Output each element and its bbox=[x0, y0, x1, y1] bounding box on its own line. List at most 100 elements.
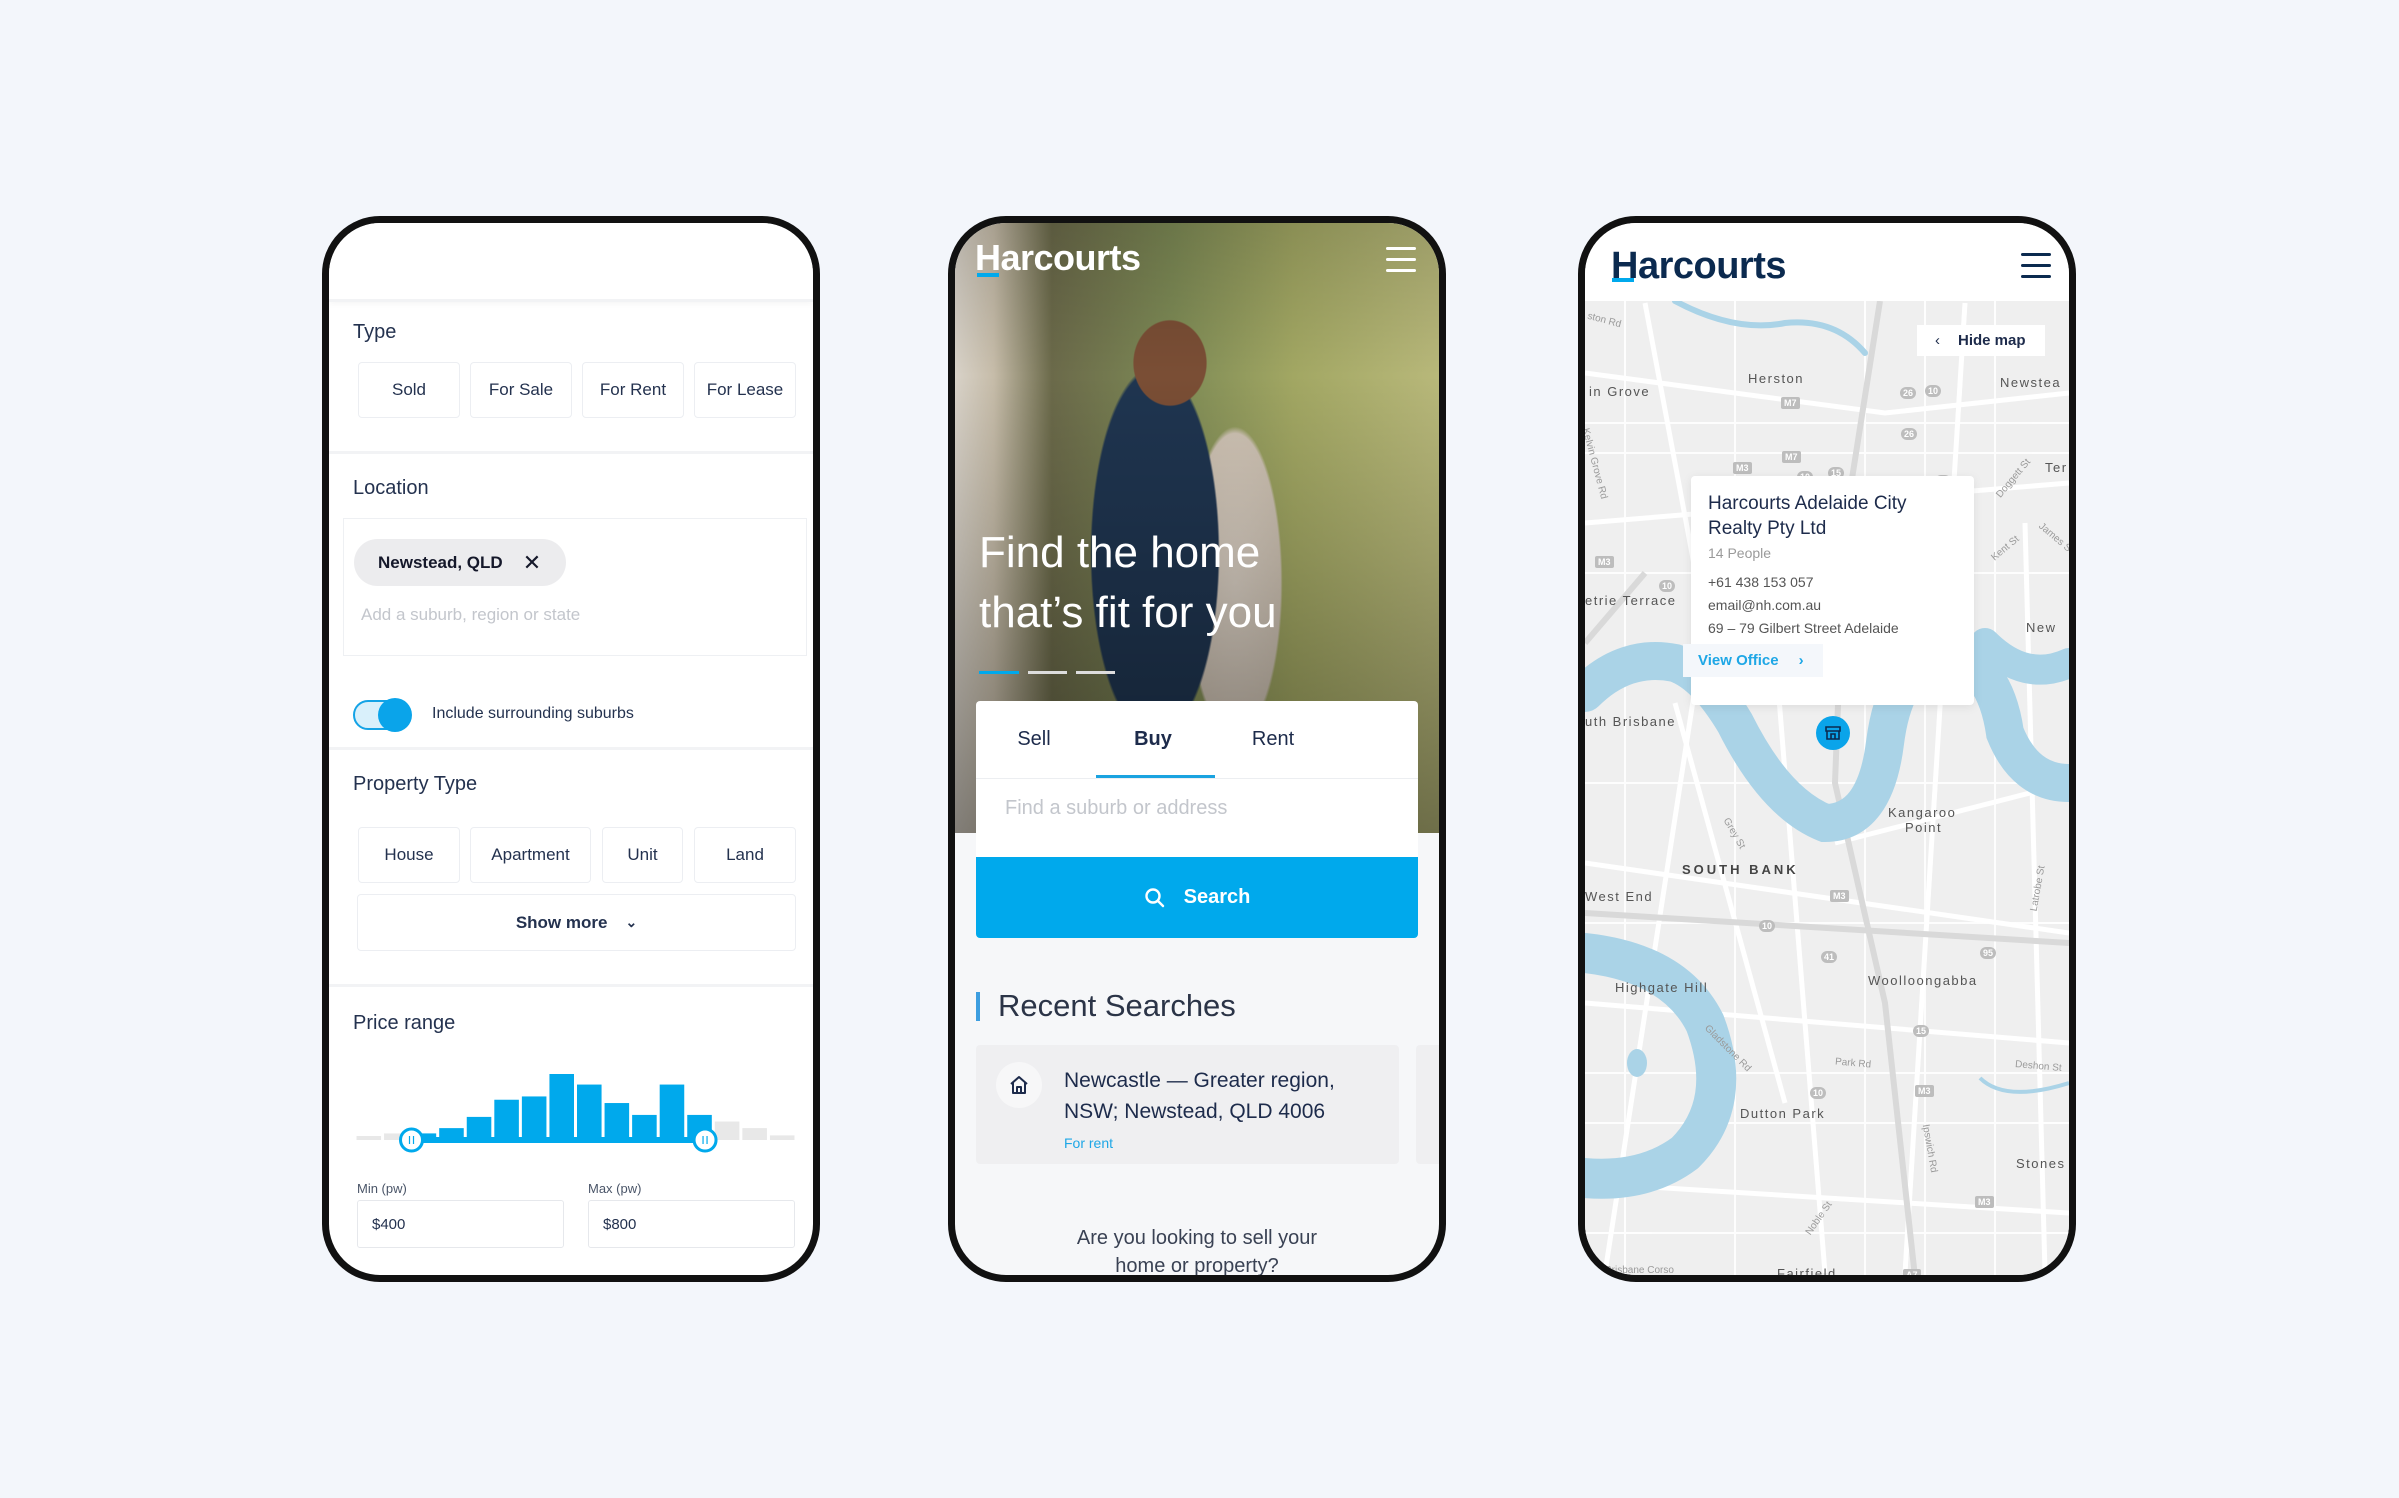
map-label-stones-corner: Stones bbox=[2016, 1156, 2066, 1171]
hide-map-button[interactable]: ‹ Hide map bbox=[1917, 325, 2045, 356]
property-unit-button[interactable]: Unit bbox=[602, 827, 683, 883]
type-for-lease-button[interactable]: For Lease bbox=[694, 362, 796, 418]
road-shield: 10 bbox=[1925, 385, 1942, 397]
divider bbox=[329, 747, 813, 750]
tab-sell[interactable]: Sell bbox=[974, 701, 1094, 777]
office-name: Harcourts Adelaide City Realty Pty Ltd bbox=[1708, 491, 1907, 541]
show-more-label: Show more bbox=[515, 912, 608, 932]
type-for-rent-button[interactable]: For Rent bbox=[582, 362, 684, 418]
property-type-label: Property Type bbox=[353, 773, 478, 795]
map-label-woolloongabba: Woolloongabba bbox=[1868, 973, 1978, 988]
road-shield: 15 bbox=[1913, 1025, 1930, 1037]
property-apartment-button[interactable]: Apartment bbox=[470, 827, 591, 883]
search-button[interactable]: Search bbox=[976, 857, 1418, 938]
histogram-bar bbox=[466, 1116, 492, 1140]
histogram-bar bbox=[659, 1084, 685, 1140]
sell-prompt: Are you looking to sell your home or pro… bbox=[955, 1224, 1439, 1277]
chevron-down-icon: ⌄ bbox=[625, 914, 638, 930]
home-icon bbox=[996, 1062, 1042, 1108]
office-name-line-1: Harcourts Adelaide City bbox=[1708, 493, 1907, 514]
logo[interactable]: Harcourts bbox=[975, 237, 1141, 279]
max-range-handle[interactable] bbox=[692, 1127, 718, 1153]
road-shield: M7 bbox=[1782, 451, 1801, 463]
view-office-label: View Office bbox=[1698, 652, 1779, 669]
office-people: 14 People bbox=[1708, 545, 1772, 561]
road-shield: M3 bbox=[1733, 462, 1752, 474]
search-input[interactable]: Find a suburb or address bbox=[1005, 797, 1227, 820]
office-map-pin[interactable] bbox=[1816, 716, 1850, 750]
close-icon[interactable]: ✕ bbox=[523, 550, 541, 576]
recent-search-tag: For rent bbox=[1064, 1135, 1114, 1151]
road-shield: 26 bbox=[1901, 428, 1918, 440]
logo-underline bbox=[1612, 278, 1634, 282]
filters-header bbox=[329, 223, 813, 301]
road-shield: 10 bbox=[1810, 1087, 1827, 1099]
include-surrounding-toggle[interactable] bbox=[353, 698, 412, 732]
office-email[interactable]: email@nh.com.au bbox=[1708, 597, 1821, 613]
histogram-bar bbox=[742, 1128, 767, 1140]
chevron-left-icon: ‹ bbox=[1935, 332, 1940, 349]
store-icon bbox=[1825, 726, 1841, 740]
divider bbox=[976, 778, 1418, 779]
view-office-button[interactable]: View Office › bbox=[1683, 644, 1823, 677]
map-label-newstead: Newstea bbox=[2000, 375, 2062, 390]
min-range-handle[interactable] bbox=[399, 1127, 425, 1153]
price-histogram[interactable] bbox=[329, 1043, 813, 1153]
road-shield: M7 bbox=[1781, 397, 1800, 409]
carousel-indicator-1[interactable] bbox=[979, 671, 1019, 674]
map-label-south-brisbane: uth Brisbane bbox=[1585, 714, 1676, 729]
sell-prompt-line-2: home or property? bbox=[1115, 1255, 1279, 1277]
property-house-button[interactable]: House bbox=[358, 827, 460, 883]
carousel-indicator-2[interactable] bbox=[1028, 671, 1067, 674]
office-name-line-2: Realty Pty Ltd bbox=[1708, 518, 1827, 539]
histogram-bar bbox=[549, 1074, 574, 1140]
hide-map-label: Hide map bbox=[1958, 332, 2026, 349]
section-accent-bar bbox=[976, 992, 980, 1021]
map[interactable] bbox=[1585, 301, 2069, 1281]
location-input-box[interactable]: Newstead, QLD ✕ Add a suburb, region or … bbox=[343, 518, 807, 656]
map-label-teneriffe: Ter bbox=[2045, 460, 2068, 475]
road-shield: M3 bbox=[1915, 1085, 1934, 1097]
tab-buy[interactable]: Buy bbox=[1093, 701, 1213, 777]
map-label-kelvin-grove: in Grove bbox=[1589, 384, 1651, 399]
search-card: Sell Buy Rent Find a suburb or address S… bbox=[976, 701, 1418, 938]
hamburger-menu-icon[interactable] bbox=[2021, 253, 2051, 286]
max-price-input[interactable]: $800 bbox=[588, 1200, 795, 1248]
histogram-bar bbox=[604, 1103, 630, 1140]
divider bbox=[329, 451, 813, 454]
map-label-herston: Herston bbox=[1748, 371, 1805, 386]
logo[interactable]: Harcourts bbox=[1611, 245, 1787, 288]
map-header: Harcourts bbox=[1585, 223, 2069, 301]
histogram-bar bbox=[632, 1114, 657, 1140]
tab-rent[interactable]: Rent bbox=[1213, 701, 1333, 777]
road-shield: 10 bbox=[1659, 580, 1676, 592]
hamburger-menu-icon[interactable] bbox=[1386, 247, 1416, 280]
recent-search-item[interactable]: Newcastle — Greater region, NSW; Newstea… bbox=[976, 1045, 1399, 1164]
recent-search-item-next[interactable] bbox=[1416, 1045, 1439, 1164]
type-sold-button[interactable]: Sold bbox=[358, 362, 460, 418]
type-for-sale-button[interactable]: For Sale bbox=[470, 362, 572, 418]
max-price-label: Max (pw) bbox=[588, 1181, 642, 1196]
road-shield: M3 bbox=[1830, 890, 1849, 902]
map-label-point: Point bbox=[1905, 820, 1943, 835]
property-land-button[interactable]: Land bbox=[694, 827, 796, 883]
divider bbox=[329, 299, 813, 302]
road-shield: M3 bbox=[1595, 556, 1614, 568]
recent-search-text: Newcastle — Greater region, NSW; Newstea… bbox=[1064, 1065, 1335, 1127]
histogram-bar bbox=[494, 1099, 519, 1140]
map-phone: Herston in Grove Newstea Ter etrie Terra… bbox=[1578, 216, 2076, 1282]
include-surrounding-label: Include surrounding suburbs bbox=[432, 705, 634, 722]
map-label-dutton-park: Dutton Park bbox=[1740, 1106, 1826, 1121]
map-label-kangaroo: Kangaroo bbox=[1888, 805, 1957, 820]
map-label-fairfield: Fairfield bbox=[1777, 1266, 1837, 1281]
map-label-new-farm: New bbox=[2026, 620, 2057, 635]
min-price-input[interactable]: $400 bbox=[357, 1200, 564, 1248]
show-more-button[interactable]: Show more ⌄ bbox=[357, 894, 796, 951]
histogram-bar bbox=[356, 1136, 382, 1140]
office-phone[interactable]: +61 438 153 057 bbox=[1708, 574, 1814, 590]
type-label: Type bbox=[353, 321, 397, 343]
road-shield: 10 bbox=[1759, 920, 1776, 932]
carousel-indicator-3[interactable] bbox=[1076, 671, 1115, 674]
histogram-bar bbox=[521, 1096, 547, 1140]
filters-phone: Type Sold For Sale For Rent For Lease Lo… bbox=[322, 216, 820, 1282]
